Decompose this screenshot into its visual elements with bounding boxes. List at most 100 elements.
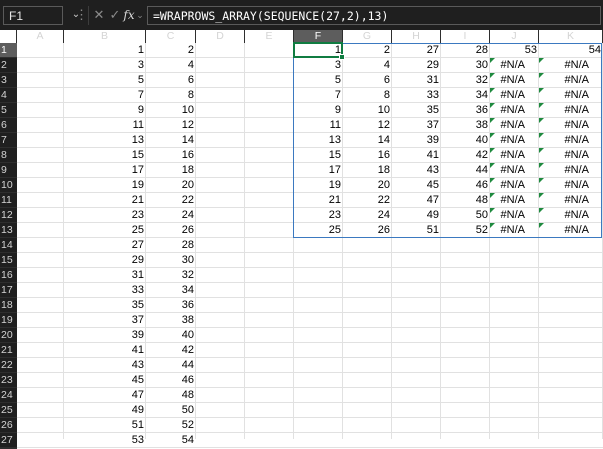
error-indicator-icon[interactable] bbox=[490, 133, 495, 138]
function-dropdown-icon[interactable]: ⌄ bbox=[135, 7, 145, 23]
column-header-i[interactable]: I bbox=[441, 30, 490, 43]
cell-c6[interactable]: 12 bbox=[146, 118, 196, 133]
cell-k8[interactable]: #N/A bbox=[539, 148, 603, 163]
cell-h3[interactable]: 31 bbox=[392, 73, 441, 88]
cell-f3[interactable]: 5 bbox=[294, 73, 343, 88]
cell-j5[interactable]: #N/A bbox=[490, 103, 539, 118]
cell-f10[interactable]: 19 bbox=[294, 178, 343, 193]
cell-b23[interactable]: 45 bbox=[64, 373, 146, 388]
cell-c25[interactable]: 50 bbox=[146, 403, 196, 418]
fill-handle[interactable] bbox=[339, 54, 345, 60]
row-header-10[interactable]: 10 bbox=[0, 178, 17, 193]
cell-b10[interactable]: 19 bbox=[64, 178, 146, 193]
cell-h5[interactable]: 35 bbox=[392, 103, 441, 118]
row-header-22[interactable]: 22 bbox=[0, 358, 17, 373]
row-header-16[interactable]: 16 bbox=[0, 268, 17, 283]
cell-j11[interactable]: #N/A bbox=[490, 193, 539, 208]
cell-b16[interactable]: 31 bbox=[64, 268, 146, 283]
cell-h8[interactable]: 41 bbox=[392, 148, 441, 163]
row-header-1[interactable]: 1 bbox=[0, 43, 17, 58]
cell-f2[interactable]: 3 bbox=[294, 58, 343, 73]
error-indicator-icon[interactable] bbox=[490, 223, 495, 228]
cell-b14[interactable]: 27 bbox=[64, 238, 146, 253]
row-header-21[interactable]: 21 bbox=[0, 343, 17, 358]
cell-b3[interactable]: 5 bbox=[64, 73, 146, 88]
error-indicator-icon[interactable] bbox=[490, 58, 495, 63]
error-indicator-icon[interactable] bbox=[539, 163, 544, 168]
cell-f5[interactable]: 9 bbox=[294, 103, 343, 118]
cell-b24[interactable]: 47 bbox=[64, 388, 146, 403]
row-header-20[interactable]: 20 bbox=[0, 328, 17, 343]
cell-c26[interactable]: 52 bbox=[146, 418, 196, 433]
column-header-b[interactable]: B bbox=[64, 30, 146, 43]
cell-i4[interactable]: 34 bbox=[441, 88, 490, 103]
column-header-j[interactable]: J bbox=[490, 30, 539, 43]
cell-h6[interactable]: 37 bbox=[392, 118, 441, 133]
cell-c17[interactable]: 34 bbox=[146, 283, 196, 298]
column-header-a[interactable]: A bbox=[17, 30, 64, 43]
cell-i10[interactable]: 46 bbox=[441, 178, 490, 193]
row-header-2[interactable]: 2 bbox=[0, 58, 17, 73]
error-indicator-icon[interactable] bbox=[539, 223, 544, 228]
row-header-25[interactable]: 25 bbox=[0, 403, 17, 418]
error-indicator-icon[interactable] bbox=[490, 208, 495, 213]
cell-c7[interactable]: 14 bbox=[146, 133, 196, 148]
cell-b20[interactable]: 39 bbox=[64, 328, 146, 343]
cell-c2[interactable]: 4 bbox=[146, 58, 196, 73]
row-header-6[interactable]: 6 bbox=[0, 118, 17, 133]
cell-b5[interactable]: 9 bbox=[64, 103, 146, 118]
error-indicator-icon[interactable] bbox=[490, 163, 495, 168]
row-header-4[interactable]: 4 bbox=[0, 88, 17, 103]
row-header-3[interactable]: 3 bbox=[0, 73, 17, 88]
cell-g12[interactable]: 24 bbox=[343, 208, 392, 223]
cell-g1[interactable]: 2 bbox=[343, 43, 392, 58]
cell-k13[interactable]: #N/A bbox=[539, 223, 603, 238]
cell-c19[interactable]: 38 bbox=[146, 313, 196, 328]
cell-h9[interactable]: 43 bbox=[392, 163, 441, 178]
cell-b21[interactable]: 41 bbox=[64, 343, 146, 358]
error-indicator-icon[interactable] bbox=[539, 103, 544, 108]
cell-g3[interactable]: 6 bbox=[343, 73, 392, 88]
error-indicator-icon[interactable] bbox=[539, 193, 544, 198]
cell-f9[interactable]: 17 bbox=[294, 163, 343, 178]
cell-i2[interactable]: 30 bbox=[441, 58, 490, 73]
cell-c3[interactable]: 6 bbox=[146, 73, 196, 88]
cell-f11[interactable]: 21 bbox=[294, 193, 343, 208]
cell-i8[interactable]: 42 bbox=[441, 148, 490, 163]
cell-j1[interactable]: 53 bbox=[490, 43, 539, 58]
cell-j9[interactable]: #N/A bbox=[490, 163, 539, 178]
cell-i11[interactable]: 48 bbox=[441, 193, 490, 208]
cell-c16[interactable]: 32 bbox=[146, 268, 196, 283]
cell-i7[interactable]: 40 bbox=[441, 133, 490, 148]
cell-f8[interactable]: 15 bbox=[294, 148, 343, 163]
cell-b7[interactable]: 13 bbox=[64, 133, 146, 148]
cell-b13[interactable]: 25 bbox=[64, 223, 146, 238]
error-indicator-icon[interactable] bbox=[539, 208, 544, 213]
cell-f6[interactable]: 11 bbox=[294, 118, 343, 133]
cell-i1[interactable]: 28 bbox=[441, 43, 490, 58]
error-indicator-icon[interactable] bbox=[539, 178, 544, 183]
formula-input[interactable]: =WRAPROWS_ARRAY(SEQUENCE(27,2),13) bbox=[147, 6, 601, 25]
error-indicator-icon[interactable] bbox=[539, 118, 544, 123]
cell-h10[interactable]: 45 bbox=[392, 178, 441, 193]
cell-i5[interactable]: 36 bbox=[441, 103, 490, 118]
cell-b2[interactable]: 3 bbox=[64, 58, 146, 73]
cell-c5[interactable]: 10 bbox=[146, 103, 196, 118]
cell-k11[interactable]: #N/A bbox=[539, 193, 603, 208]
row-header-13[interactable]: 13 bbox=[0, 223, 17, 238]
error-indicator-icon[interactable] bbox=[490, 103, 495, 108]
cell-b26[interactable]: 51 bbox=[64, 418, 146, 433]
column-header-e[interactable]: E bbox=[245, 30, 294, 43]
row-header-15[interactable]: 15 bbox=[0, 253, 17, 268]
cell-c24[interactable]: 48 bbox=[146, 388, 196, 403]
error-indicator-icon[interactable] bbox=[539, 133, 544, 138]
more-options-icon[interactable]: ⋮ bbox=[75, 7, 88, 23]
cell-c9[interactable]: 18 bbox=[146, 163, 196, 178]
cell-b8[interactable]: 15 bbox=[64, 148, 146, 163]
cell-c1[interactable]: 2 bbox=[146, 43, 196, 58]
cell-c11[interactable]: 22 bbox=[146, 193, 196, 208]
row-header-14[interactable]: 14 bbox=[0, 238, 17, 253]
error-indicator-icon[interactable] bbox=[490, 178, 495, 183]
cell-g6[interactable]: 12 bbox=[343, 118, 392, 133]
cell-g11[interactable]: 22 bbox=[343, 193, 392, 208]
